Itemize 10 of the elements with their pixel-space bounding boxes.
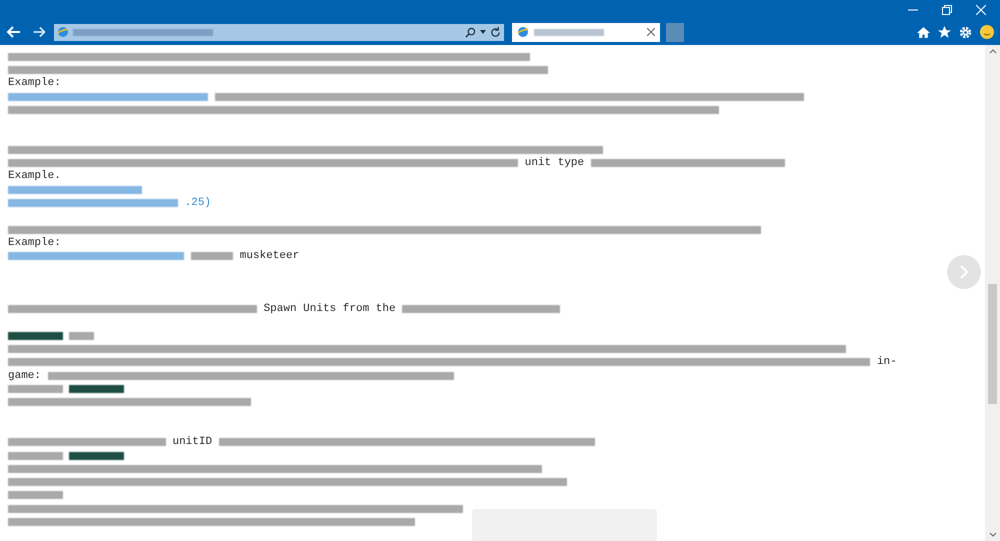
code-text: Example: [8, 236, 61, 251]
code-link[interactable]: .25) [184, 194, 212, 212]
code-text: musketeer [240, 248, 300, 264]
code-text: Example. [8, 169, 61, 184]
code-text: game: [8, 368, 42, 384]
code-text: unitID [172, 435, 212, 450]
code-text: in- [876, 355, 897, 370]
code-text: Spawn Units from the [264, 302, 396, 318]
code-text: unit type [524, 156, 584, 171]
code-text: Example: [8, 76, 61, 91]
